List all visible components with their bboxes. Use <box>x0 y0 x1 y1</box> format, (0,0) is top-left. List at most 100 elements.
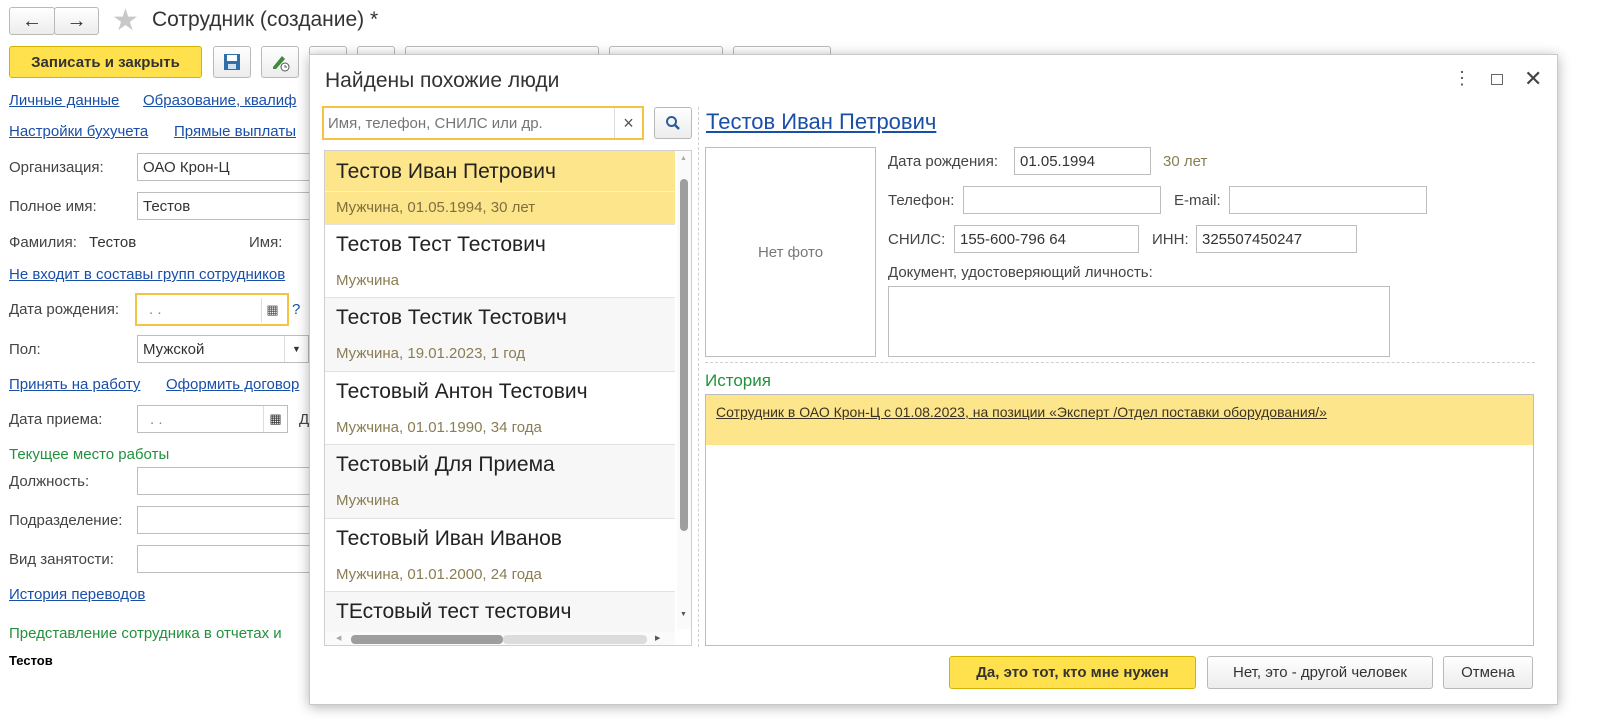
photo-box: Нет фото <box>705 147 876 357</box>
id-document-field[interactable] <box>888 286 1390 357</box>
calendar-icon[interactable]: ▦ <box>261 298 283 322</box>
department-field[interactable] <box>137 506 317 534</box>
email-label: E-mail: <box>1174 192 1221 209</box>
scroll-down-icon[interactable]: ▼ <box>680 611 687 618</box>
list-item-name: Тестовый Иван Иванов <box>336 527 562 550</box>
employee-groups-link[interactable]: Не входит в составы групп сотрудников <box>9 266 285 283</box>
confirm-same-person-button[interactable]: Да, это тот, кто мне нужен <box>949 656 1196 689</box>
surname-label: Фамилия: <box>9 234 77 251</box>
list-item[interactable]: Тестов Тест Тестович Мужчина <box>325 225 675 298</box>
list-item-info: Мужчина, 01.01.2000, 24 года <box>336 566 542 583</box>
personal-data-link[interactable]: Личные данные <box>9 92 119 109</box>
pen-clock-icon <box>273 56 290 72</box>
first-name-label: Имя: <box>249 234 283 251</box>
save-button[interactable] <box>213 46 251 78</box>
maximize-icon[interactable] <box>1491 72 1503 89</box>
history-section-title: История <box>705 371 771 390</box>
scroll-thumb[interactable] <box>680 179 688 531</box>
list-item-name: Тестов Тестик Тестович <box>336 306 567 329</box>
list-item[interactable]: Тестов Иван Петрович Мужчина, 01.05.1994… <box>325 151 675 225</box>
arrow-left-icon: ← <box>22 9 42 32</box>
scroll-right-icon[interactable]: ▶ <box>655 634 660 642</box>
page-title: Сотрудник (создание) * <box>152 8 379 31</box>
employment-type-field[interactable] <box>137 545 317 573</box>
no-photo-label: Нет фото <box>757 243 824 261</box>
snils-label: СНИЛС: <box>888 231 946 248</box>
list-item[interactable]: ТЕстовый тест тестович <box>325 592 675 632</box>
splitter[interactable] <box>698 107 699 647</box>
search-box[interactable]: × <box>322 106 644 140</box>
results-list[interactable]: Тестов Иван Петрович Мужчина, 01.05.1994… <box>324 150 692 646</box>
calendar-icon[interactable]: ▦ <box>263 406 287 432</box>
birth-date-label: Дата рождения: <box>888 153 998 170</box>
organization-label: Организация: <box>9 159 104 176</box>
list-item-info: Мужчина <box>336 272 400 289</box>
snils-field[interactable]: 155-600-796 64 <box>954 225 1139 253</box>
scroll-up-icon[interactable]: ▲ <box>680 155 687 162</box>
vertical-scrollbar[interactable]: ▲ ▼ <box>677 151 691 629</box>
department-label: Подразделение: <box>9 512 123 529</box>
list-item-info: Мужчина <box>336 492 400 509</box>
favorite-star-icon[interactable]: ★ <box>112 3 139 38</box>
scroll-track <box>503 635 647 644</box>
hire-cut-label: Д <box>299 411 310 428</box>
back-button[interactable]: ← <box>9 7 55 35</box>
history-row[interactable]: Сотрудник в ОАО Крон-Ц с 01.08.2023, на … <box>706 395 1533 445</box>
transfer-history-link[interactable]: История переводов <box>9 586 145 603</box>
gender-label: Пол: <box>9 341 41 358</box>
list-item-name: ТЕстовый тест тестович <box>336 600 572 623</box>
scroll-thumb[interactable] <box>351 635 503 644</box>
different-person-button[interactable]: Нет, это - другой человек <box>1207 656 1433 689</box>
gender-select[interactable]: Мужской ▼ <box>137 335 309 363</box>
hire-date-field[interactable]: . . ▦ <box>137 405 288 433</box>
direct-payments-link[interactable]: Прямые выплаты <box>174 123 296 140</box>
list-item-name: Тестовый Для Приема <box>336 453 555 476</box>
row-divider <box>325 191 675 192</box>
list-item[interactable]: Тестов Тестик Тестович Мужчина, 19.01.20… <box>325 298 675 372</box>
phone-field[interactable] <box>963 186 1161 214</box>
gender-value: Мужской <box>143 340 205 358</box>
hire-date-label: Дата приема: <box>9 411 103 428</box>
birth-date-field[interactable]: 01.05.1994 <box>1014 147 1151 175</box>
contract-link[interactable]: Оформить договор <box>166 376 299 393</box>
save-and-close-button[interactable]: Записать и закрыть <box>9 46 202 78</box>
inn-field[interactable]: 325507450247 <box>1196 225 1357 253</box>
position-field[interactable] <box>137 467 317 495</box>
help-icon[interactable]: ? <box>292 301 300 318</box>
inn-label: ИНН: <box>1152 231 1189 248</box>
cancel-button[interactable]: Отмена <box>1443 656 1533 689</box>
forward-button[interactable]: → <box>54 7 99 35</box>
full-name-field[interactable]: Тестов <box>137 192 317 220</box>
clear-search-button[interactable]: × <box>614 108 642 138</box>
horizontal-scrollbar[interactable]: ◀ ▶ <box>325 632 675 645</box>
position-label: Должность: <box>9 473 90 490</box>
accounting-settings-link[interactable]: Настройки бухучета <box>9 123 148 140</box>
email-field[interactable] <box>1229 186 1427 214</box>
person-name-link[interactable]: Тестов Иван Петрович <box>706 109 936 135</box>
age-label: 30 лет <box>1163 153 1208 170</box>
organization-field[interactable]: ОАО Крон-Ц <box>137 153 317 181</box>
list-item-name: Тестов Иван Петрович <box>336 160 556 183</box>
hire-link[interactable]: Принять на работу <box>9 376 140 393</box>
search-button[interactable] <box>654 107 692 139</box>
education-link[interactable]: Образование, квалиф <box>143 92 297 109</box>
list-item-name: Тестов Тест Тестович <box>336 233 546 256</box>
list-item[interactable]: Тестовый Антон Тестович Мужчина, 01.01.1… <box>325 372 675 445</box>
history-entry-link[interactable]: Сотрудник в ОАО Крон-Ц с 01.08.2023, на … <box>716 404 1327 420</box>
employment-type-label: Вид занятости: <box>9 551 114 568</box>
id-document-label: Документ, удостоверяющий личность: <box>888 264 1153 281</box>
scroll-left-icon[interactable]: ◀ <box>336 634 341 642</box>
list-item-info: Мужчина, 01.01.1990, 34 года <box>336 419 542 436</box>
search-input[interactable] <box>328 110 611 136</box>
edit-history-button[interactable] <box>261 46 299 78</box>
history-list[interactable]: Сотрудник в ОАО Крон-Ц с 01.08.2023, на … <box>705 394 1534 646</box>
more-menu-icon[interactable]: ⋮ <box>1453 69 1471 87</box>
presentation-section-title: Представление сотрудника в отчетах и <box>9 625 282 642</box>
list-item[interactable]: Тестовый Иван Иванов Мужчина, 01.01.2000… <box>325 519 675 592</box>
section-divider <box>705 362 1535 363</box>
list-item-info: Мужчина, 19.01.2023, 1 год <box>336 345 526 362</box>
close-icon[interactable]: ✕ <box>1524 66 1542 92</box>
hire-date-value: . . <box>150 410 163 428</box>
list-item[interactable]: Тестовый Для Приема Мужчина <box>325 445 675 519</box>
list-item-name: Тестовый Антон Тестович <box>336 380 588 403</box>
